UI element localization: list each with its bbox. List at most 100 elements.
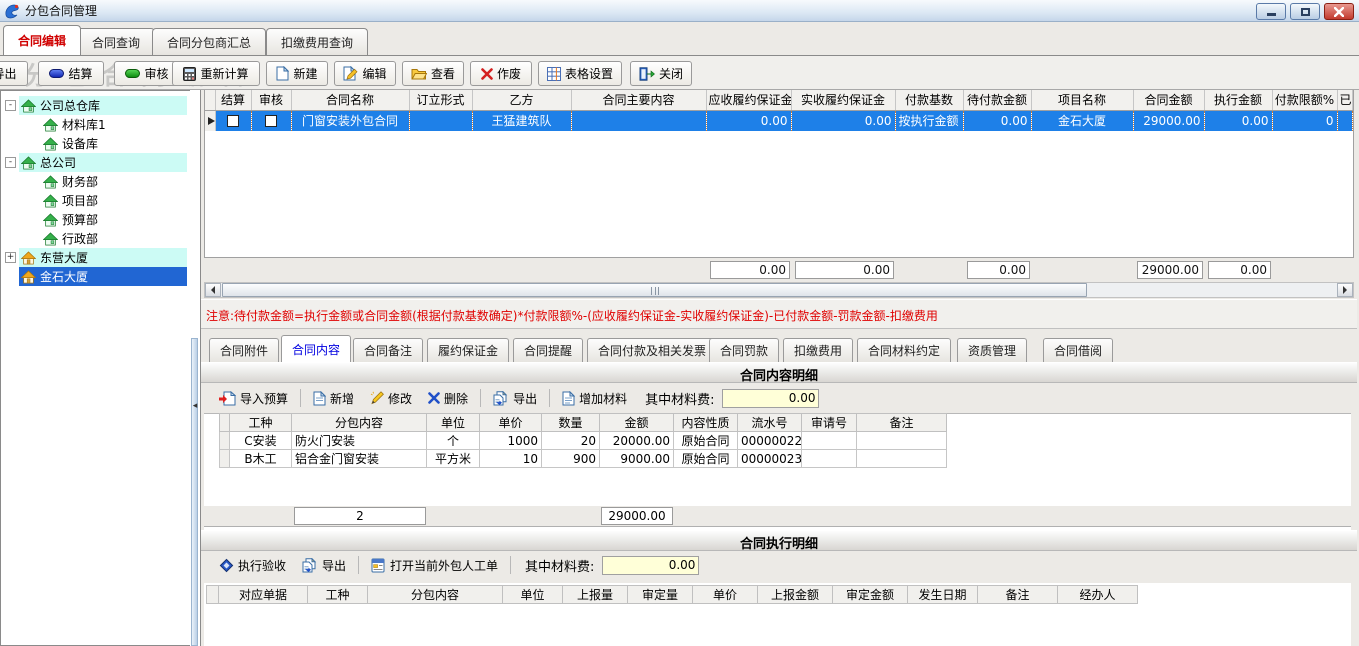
column-header-unit[interactable]: 单位 xyxy=(427,414,480,432)
import-budget-button[interactable]: 导入预算 xyxy=(215,388,292,409)
open-outsourcing-worksheet-button[interactable]: 打开当前外包人工单 xyxy=(367,555,502,576)
collapse-icon[interactable]: - xyxy=(5,100,16,111)
column-header-received-deposit[interactable]: 实收履约保证金 xyxy=(791,90,895,110)
tree-node-dongying-building[interactable]: + 东营大厦 xyxy=(1,248,189,267)
column-header-related-doc[interactable]: 对应单据 xyxy=(219,586,308,604)
column-header-unit-price[interactable]: 单价 xyxy=(693,586,758,604)
panel-splitter[interactable]: ◂ xyxy=(190,90,200,646)
settle-checkbox[interactable] xyxy=(227,115,239,127)
column-header-amount[interactable]: 金额 xyxy=(600,414,674,432)
column-header-audit[interactable]: 审核 xyxy=(251,90,291,110)
contract-row[interactable]: 门窗安装外包合同 王猛建筑队 0.00 0.00 按执行金额 0.00 金石大厦… xyxy=(205,110,1353,131)
material-fee-input[interactable] xyxy=(722,389,819,408)
edit-button[interactable]: 编辑 xyxy=(334,61,396,86)
column-header-request-no[interactable]: 审请号 xyxy=(802,414,857,432)
column-header-serial-no[interactable]: 流水号 xyxy=(738,414,802,432)
column-header-payment-base[interactable]: 付款基数 xyxy=(895,90,963,110)
column-header-remark[interactable]: 备注 xyxy=(857,414,947,432)
add-row-button[interactable]: 新增 xyxy=(309,388,358,409)
tab-qualification[interactable]: 资质管理 xyxy=(957,338,1027,362)
column-header-sub-content[interactable]: 分包内容 xyxy=(368,586,503,604)
tab-contract-query[interactable]: 合同查询 xyxy=(77,28,155,55)
table-settings-button[interactable]: 表格设置 xyxy=(538,61,622,86)
tree-node-company-warehouse[interactable]: - 公司总仓库 xyxy=(1,96,189,115)
tab-subcontractor-summary[interactable]: 合同分包商汇总 xyxy=(152,28,266,55)
column-header-handler[interactable]: 经办人 xyxy=(1058,586,1138,604)
column-header-unit-price[interactable]: 单价 xyxy=(480,414,542,432)
column-header-content-nature[interactable]: 内容性质 xyxy=(674,414,738,432)
tree-node-jinshi-building[interactable]: 金石大厦 xyxy=(1,267,189,286)
tab-withholding-query[interactable]: 扣缴费用查询 xyxy=(266,28,368,55)
export-execution-button[interactable]: 导出 xyxy=(298,555,350,576)
column-header-payment-limit[interactable]: 付款限额% xyxy=(1272,90,1337,110)
column-header-approved-qty[interactable]: 审定量 xyxy=(628,586,693,604)
material-fee-input[interactable] xyxy=(602,556,699,575)
tab-contract-edit[interactable]: 合同编辑 xyxy=(3,25,81,55)
settle-button[interactable]: 结算 xyxy=(38,61,104,86)
void-button[interactable]: 作废 xyxy=(470,61,532,86)
column-header-work-type[interactable]: 工种 xyxy=(230,414,292,432)
minimize-button[interactable] xyxy=(1256,3,1286,20)
delete-row-button[interactable]: 删除 xyxy=(424,388,472,409)
column-header-project-name[interactable]: 项目名称 xyxy=(1031,90,1133,110)
export-content-button[interactable]: 导出 xyxy=(489,388,541,409)
column-header-unit[interactable]: 单位 xyxy=(503,586,563,604)
column-header-settle[interactable]: 结算 xyxy=(215,90,251,110)
add-material-button[interactable]: 增加材料 xyxy=(558,388,631,409)
expand-icon[interactable]: + xyxy=(5,252,16,263)
tab-contract-remark[interactable]: 合同备注 xyxy=(353,338,423,362)
grid-horizontal-scrollbar[interactable] xyxy=(204,282,1354,298)
column-header-main-content[interactable]: 合同主要内容 xyxy=(571,90,706,110)
tree-node-equipment-store[interactable]: 设备库 xyxy=(1,134,189,153)
tab-performance-bond[interactable]: 履约保证金 xyxy=(427,338,509,362)
tab-withholding-fee[interactable]: 扣缴费用 xyxy=(783,338,853,362)
column-header-reported-amount[interactable]: 上报金额 xyxy=(758,586,833,604)
column-header-party-b[interactable]: 乙方 xyxy=(472,90,571,110)
audit-button[interactable]: 审核 xyxy=(114,61,180,86)
tree-node-admin-dept[interactable]: 行政部 xyxy=(1,229,189,248)
export-button[interactable]: 导出 xyxy=(0,61,28,86)
column-header-form[interactable]: 订立形式 xyxy=(409,90,472,110)
content-row[interactable]: C安装 防火门安装 个 1000 20 20000.00 原始合同 000000… xyxy=(220,432,947,450)
view-button[interactable]: 查看 xyxy=(402,61,464,86)
column-header-sub-content[interactable]: 分包内容 xyxy=(292,414,427,432)
execute-acceptance-button[interactable]: 执行验收 xyxy=(215,555,290,576)
column-header-quantity[interactable]: 数量 xyxy=(542,414,600,432)
tab-contract-borrow[interactable]: 合同借阅 xyxy=(1043,338,1113,362)
column-header-contract-amount[interactable]: 合同金额 xyxy=(1133,90,1204,110)
column-header-approved-amount[interactable]: 审定金额 xyxy=(833,586,908,604)
collapse-panel-arrow-icon[interactable]: ◂ xyxy=(191,395,199,417)
scroll-left-button[interactable] xyxy=(205,283,221,297)
content-row[interactable]: B木工 铝合金门窗安装 平方米 10 900 9000.00 原始合同 0000… xyxy=(220,450,947,468)
maximize-button[interactable] xyxy=(1290,3,1320,20)
tab-contract-content[interactable]: 合同内容 xyxy=(281,335,351,362)
close-window-button[interactable]: 关闭 xyxy=(630,61,692,86)
tab-contract-penalty[interactable]: 合同罚款 xyxy=(709,338,779,362)
column-header-pending-payment[interactable]: 待付款金额 xyxy=(963,90,1031,110)
audit-checkbox[interactable] xyxy=(265,115,277,127)
column-header-occur-date[interactable]: 发生日期 xyxy=(908,586,978,604)
column-header-contract-name[interactable]: 合同名称 xyxy=(291,90,409,110)
modify-row-button[interactable]: 修改 xyxy=(366,388,416,409)
tree-node-budget-dept[interactable]: 预算部 xyxy=(1,210,189,229)
tab-payment-invoices[interactable]: 合同付款及相关发票 xyxy=(587,338,717,362)
column-header-receivable-deposit[interactable]: 应收履约保证金 xyxy=(706,90,791,110)
tree-node-project-dept[interactable]: 项目部 xyxy=(1,191,189,210)
tree-node-head-office[interactable]: - 总公司 xyxy=(1,153,189,172)
scrollbar-thumb[interactable] xyxy=(222,283,1087,297)
column-header-reported-qty[interactable]: 上报量 xyxy=(563,586,628,604)
tab-material-agreement[interactable]: 合同材料约定 xyxy=(857,338,951,362)
new-button[interactable]: 新建 xyxy=(266,61,328,86)
tab-contract-attachment[interactable]: 合同附件 xyxy=(209,338,279,362)
column-header-partial[interactable]: 已 xyxy=(1337,90,1353,110)
scroll-right-button[interactable] xyxy=(1337,283,1353,297)
column-header-work-type[interactable]: 工种 xyxy=(308,586,368,604)
tree-node-material-store1[interactable]: 材料库1 xyxy=(1,115,189,134)
column-header-executed-amount[interactable]: 执行金额 xyxy=(1204,90,1272,110)
tree-node-finance-dept[interactable]: 财务部 xyxy=(1,172,189,191)
tab-contract-reminder[interactable]: 合同提醒 xyxy=(513,338,583,362)
recalculate-button[interactable]: 重新计算 xyxy=(172,61,260,86)
column-header-remark[interactable]: 备注 xyxy=(978,586,1058,604)
collapse-icon[interactable]: - xyxy=(5,157,16,168)
close-button[interactable] xyxy=(1324,3,1354,20)
